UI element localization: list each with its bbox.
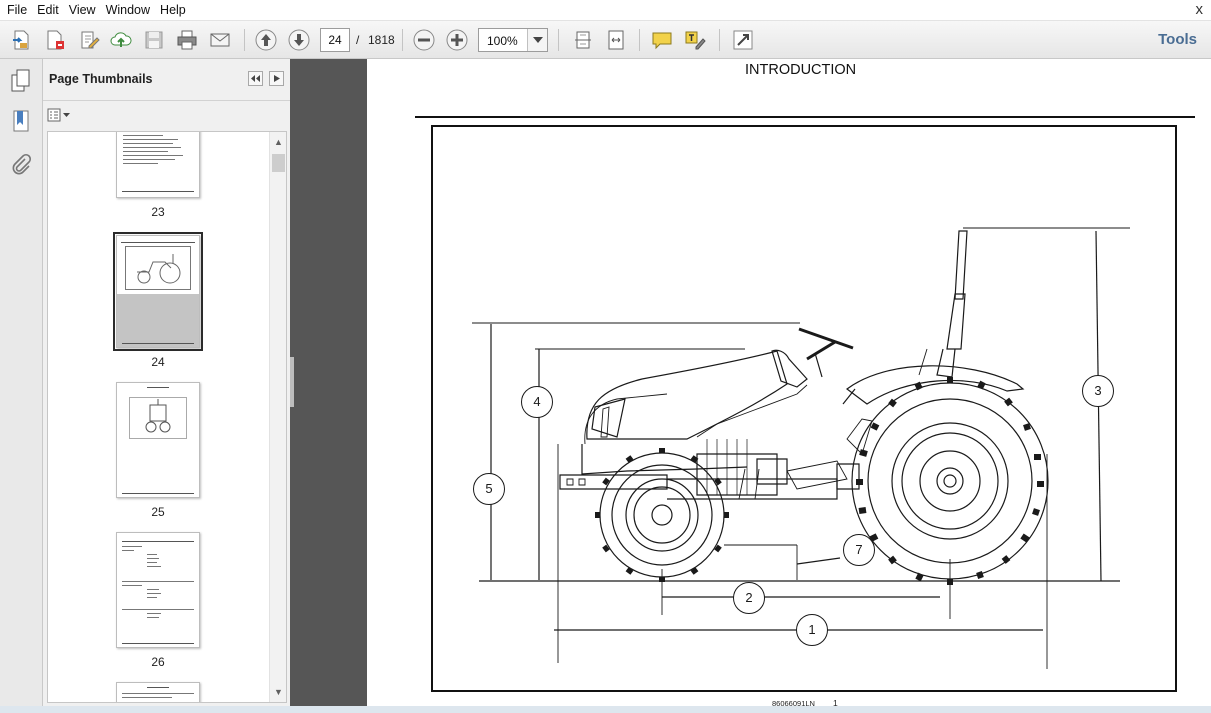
thumbnail-options-button[interactable]	[47, 107, 73, 123]
thumbnail-list[interactable]: 23 24 25 26 ▲ ▼	[47, 131, 287, 703]
document-page: INTRODUCTION 1 2 3 4 5 7 86066091LN 1	[367, 59, 1211, 713]
thumbnail-page-25[interactable]	[116, 382, 200, 498]
chevron-down-icon[interactable]	[527, 29, 547, 51]
scroll-thumb[interactable]	[272, 154, 285, 172]
thumbnail-label: 23	[151, 205, 165, 219]
thumbnail-page-24[interactable]	[113, 232, 203, 351]
callout-2: 2	[733, 582, 765, 614]
comment-icon[interactable]	[649, 27, 675, 53]
collapse-panel-icon[interactable]	[248, 71, 263, 86]
toolbar-separator	[719, 29, 720, 51]
thumbnail-page-23[interactable]	[116, 132, 200, 198]
bookmarks-icon[interactable]	[7, 107, 35, 135]
menu-bar: File Edit View Window Help x	[0, 0, 1211, 21]
email-icon[interactable]	[207, 27, 233, 53]
pages-icon[interactable]	[7, 67, 35, 95]
thumbnail-page-26[interactable]	[116, 532, 200, 648]
menu-view[interactable]: View	[64, 0, 101, 21]
panel-title: Page Thumbnails	[49, 72, 153, 86]
callout-3: 3	[1082, 375, 1114, 407]
save-icon[interactable]	[141, 27, 167, 53]
thumbnail-label: 24	[151, 355, 165, 369]
thumbnail-scrollbar[interactable]: ▲ ▼	[269, 132, 286, 702]
toolbar: / 1818 100% To	[0, 21, 1211, 59]
callout-7: 7	[843, 534, 875, 566]
page-number-input[interactable]	[320, 28, 350, 52]
zoom-select[interactable]: 100%	[478, 28, 548, 52]
thumbnail-page-27[interactable]	[116, 682, 200, 702]
edit-icon[interactable]	[76, 27, 102, 53]
toolbar-separator	[244, 29, 245, 51]
page-thumbnails-panel: Page Thumbnails 23 24 25 26 ▲ ▼	[43, 59, 290, 713]
close-document-button[interactable]: x	[1196, 1, 1204, 19]
menu-edit[interactable]: Edit	[32, 0, 64, 21]
scroll-up-icon[interactable]: ▲	[270, 134, 286, 150]
create-pdf-icon[interactable]	[8, 27, 34, 53]
menu-help[interactable]: Help	[155, 0, 191, 21]
page-up-icon[interactable]	[253, 27, 279, 53]
callout-5: 5	[473, 473, 505, 505]
page-down-icon[interactable]	[286, 27, 312, 53]
zoom-in-icon[interactable]	[444, 27, 470, 53]
splitter-grip[interactable]	[290, 357, 294, 407]
print-icon[interactable]	[174, 27, 200, 53]
rear-wheel	[851, 377, 1049, 585]
panel-header: Page Thumbnails	[43, 59, 290, 101]
export-icon[interactable]	[42, 27, 68, 53]
zoom-value: 100%	[487, 34, 518, 48]
total-pages: 1818	[368, 33, 395, 47]
attachments-icon[interactable]	[7, 151, 35, 179]
navigation-strip	[0, 59, 43, 713]
next-panel-icon[interactable]	[269, 71, 284, 86]
upload-cloud-icon[interactable]	[108, 27, 134, 53]
scroll-down-icon[interactable]: ▼	[270, 684, 286, 700]
menu-window[interactable]: Window	[101, 0, 155, 21]
expand-icon[interactable]	[730, 27, 756, 53]
pdf-viewer-window: File Edit View Window Help x 24 / 1818 1…	[0, 0, 1211, 713]
fit-width-icon[interactable]	[603, 27, 629, 53]
panel-splitter[interactable]	[290, 59, 367, 713]
fit-page-icon[interactable]	[570, 27, 596, 53]
callout-4: 4	[521, 386, 553, 418]
toolbar-separator	[558, 29, 559, 51]
toolbar-separator	[402, 29, 403, 51]
status-strip	[0, 706, 1211, 713]
highlight-text-icon[interactable]	[682, 27, 708, 53]
page-separator: /	[356, 33, 360, 47]
tools-pane-button[interactable]: Tools	[1158, 31, 1197, 48]
menu-file[interactable]: File	[2, 0, 32, 21]
thumbnail-label: 26	[151, 655, 165, 669]
zoom-out-icon[interactable]	[411, 27, 437, 53]
callout-1: 1	[796, 614, 828, 646]
toolbar-separator	[639, 29, 640, 51]
thumbnail-label: 25	[151, 505, 165, 519]
